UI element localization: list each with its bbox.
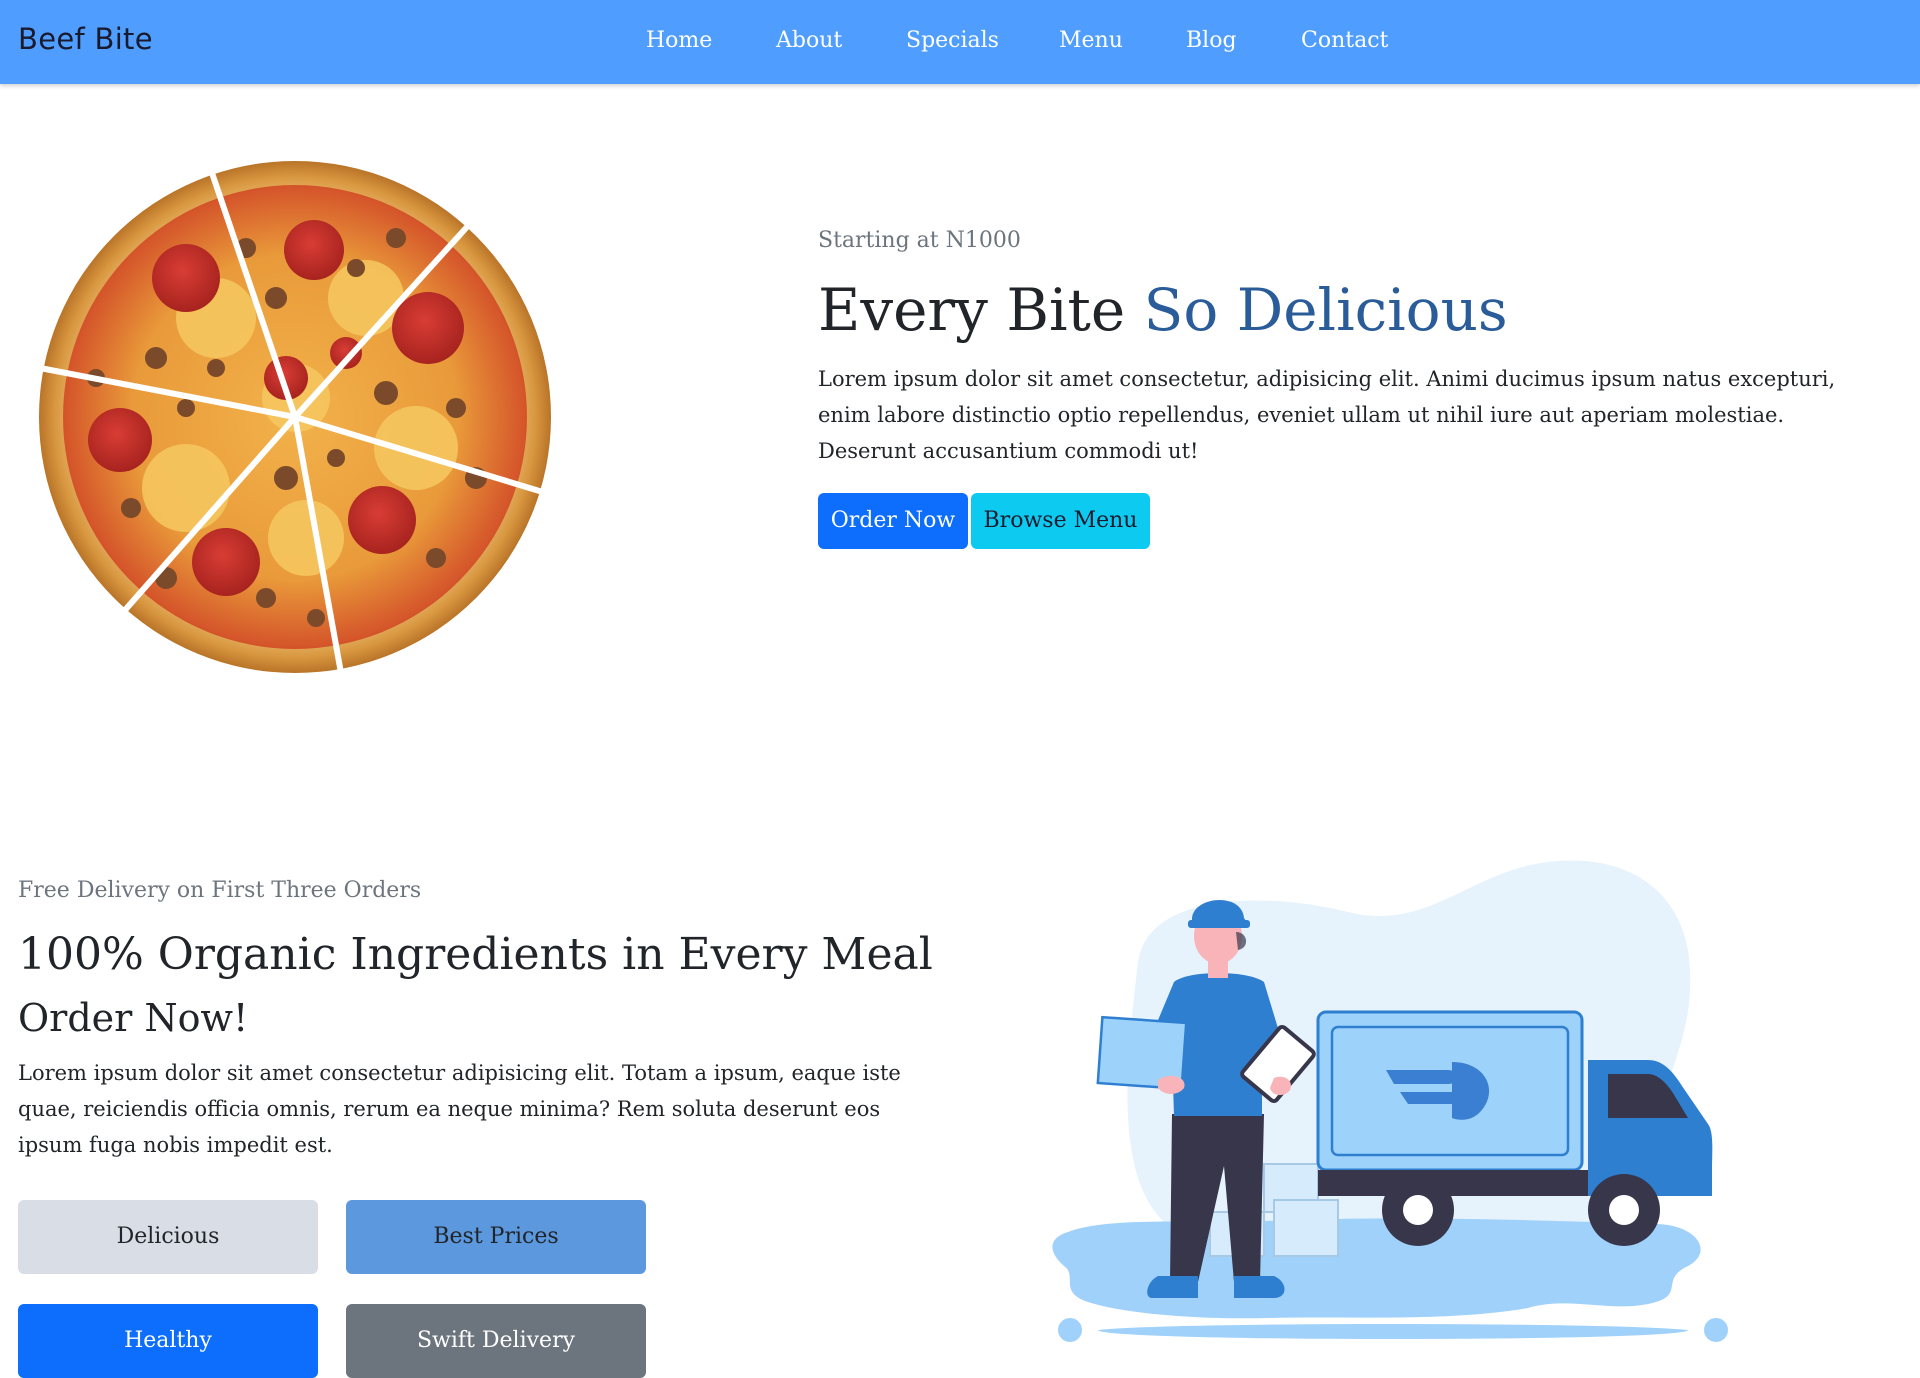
hero-title-accent: So Delicious — [1143, 276, 1508, 344]
hero-kicker: Starting at N1000 — [818, 228, 1021, 253]
hero-title-plain: Every Bite — [818, 276, 1144, 344]
delivery-body: Lorem ipsum dolor sit amet consectetur a… — [18, 1061, 901, 1158]
brand-logo[interactable]: Beef Bite — [18, 22, 153, 56]
feature-healthy[interactable]: Healthy — [18, 1304, 318, 1378]
order-now-button[interactable]: Order Now — [818, 492, 968, 549]
navbar: Beef Bite Home About Specials Menu Blog … — [0, 0, 1920, 84]
nav-link-home[interactable]: Home — [646, 28, 776, 53]
pizza-image — [37, 161, 551, 676]
delivery-kicker: Free Delivery on First Three Orders — [18, 878, 422, 903]
delivery-illustration — [1052, 860, 1728, 1342]
feature-swift-delivery[interactable]: Swift Delivery — [346, 1304, 646, 1378]
delivery-title: 100% Organic Ingredients in Every Meal — [18, 929, 933, 980]
hero-buttons: Order Now Browse Menu — [818, 492, 1868, 549]
nav-link-blog[interactable]: Blog — [1186, 28, 1301, 53]
feature-best-prices[interactable]: Best Prices — [346, 1200, 646, 1274]
nav-link-menu[interactable]: Menu — [1059, 28, 1186, 53]
browse-menu-button[interactable]: Browse Menu — [971, 492, 1150, 549]
delivery-section: Free Delivery on First Three Orders 100%… — [18, 878, 938, 1163]
hero-title: Every Bite So Delicious — [818, 276, 1868, 344]
nav-link-contact[interactable]: Contact — [1301, 28, 1421, 53]
feature-delicious[interactable]: Delicious — [18, 1200, 318, 1274]
nav-link-specials[interactable]: Specials — [906, 28, 1059, 53]
hero-body: Lorem ipsum dolor sit amet consectetur, … — [818, 366, 1836, 463]
nav-links: Home About Specials Menu Blog Contact — [646, 28, 1421, 53]
nav-link-about[interactable]: About — [776, 28, 906, 53]
hero-section: Starting at N1000 Every Bite So Deliciou… — [818, 228, 1868, 549]
delivery-subtitle: Order Now! — [18, 995, 249, 1040]
